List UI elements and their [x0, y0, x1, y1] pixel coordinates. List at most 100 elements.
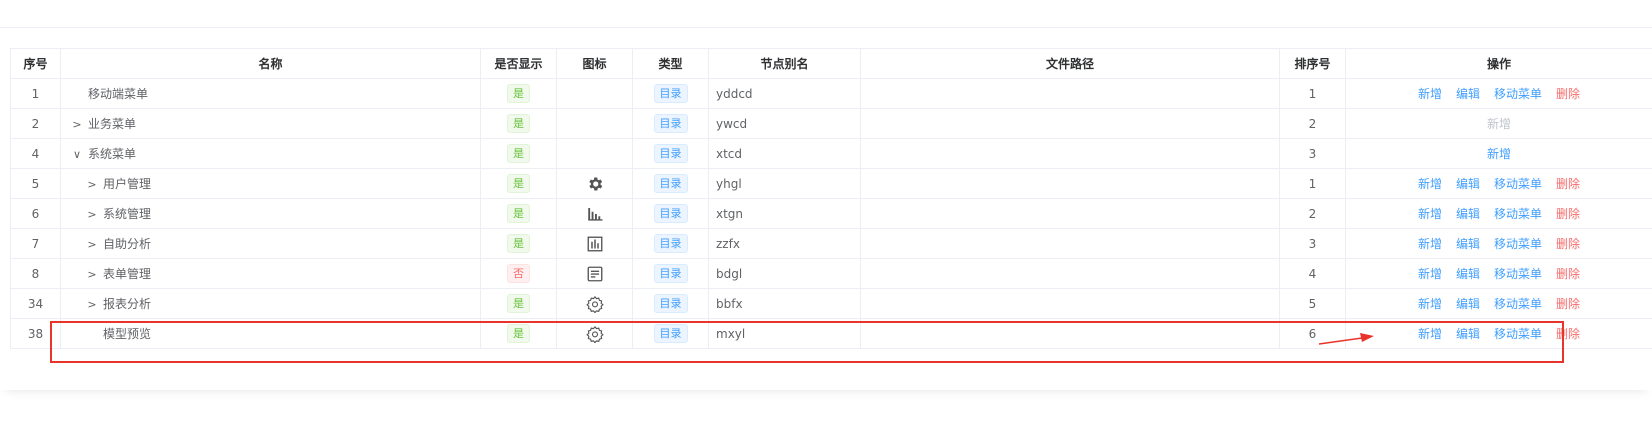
cell-alias: bdgl: [708, 258, 861, 289]
header-visible[interactable]: 是否显示: [480, 48, 557, 79]
cell-name: 移动端菜单: [60, 78, 481, 109]
table-row[interactable]: 5 > 用户管理是目录 yhgl 1 新增 编辑 移动菜单 删除: [10, 168, 1652, 199]
action-link[interactable]: 新增: [1487, 145, 1511, 162]
table-row[interactable]: 34 > 报表分析是目录 bbfx 5 新增 编辑 移动菜单 删除: [10, 288, 1652, 319]
action-link[interactable]: 移动菜单: [1494, 265, 1542, 282]
cell-type: 目录: [632, 168, 709, 199]
cell-order: 1: [1279, 78, 1346, 109]
action-link[interactable]: 新增: [1418, 325, 1442, 342]
action-link[interactable]: 编辑: [1456, 175, 1480, 192]
chevron-right-icon[interactable]: >: [69, 118, 85, 131]
type-tag: 目录: [653, 324, 688, 343]
cell-type: 目录: [632, 258, 709, 289]
cell-index: 6: [10, 198, 61, 229]
cell-visible: 是: [480, 168, 557, 199]
type-tag: 目录: [653, 174, 688, 193]
header-index[interactable]: 序号: [10, 48, 61, 79]
boxed-chart-icon: [586, 235, 604, 253]
table-row[interactable]: 6 > 系统管理是目录 xtgn 2 新增 编辑 移动菜单 删除: [10, 198, 1652, 229]
action-link[interactable]: 移动菜单: [1494, 175, 1542, 192]
action-link[interactable]: 编辑: [1456, 235, 1480, 252]
cell-index: 38: [10, 318, 61, 349]
action-link[interactable]: 新增: [1418, 175, 1442, 192]
action-link[interactable]: 编辑: [1456, 325, 1480, 342]
header-actions: 操作: [1345, 48, 1652, 79]
action-link[interactable]: 编辑: [1456, 265, 1480, 282]
table-row[interactable]: 7 > 自助分析是目录 zzfx 3 新增 编辑 移动菜单 删除: [10, 228, 1652, 259]
cell-icon: [556, 168, 633, 199]
cell-visible: 是: [480, 288, 557, 319]
type-tag: 目录: [653, 144, 688, 163]
cell-name: 模型预览: [60, 318, 481, 349]
cell-actions: 新增 编辑 移动菜单 删除: [1345, 198, 1652, 229]
menu-name: 系统菜单: [88, 147, 137, 161]
gear-outline-icon: [585, 325, 604, 343]
action-link[interactable]: 删除: [1556, 265, 1580, 282]
header-order[interactable]: 排序号: [1279, 48, 1346, 79]
cell-alias: zzfx: [708, 228, 861, 259]
chevron-right-icon[interactable]: >: [84, 238, 100, 251]
header-path[interactable]: 文件路径: [860, 48, 1280, 79]
visible-tag: 是: [507, 114, 530, 133]
gear-outline-icon: [585, 295, 604, 313]
action-link[interactable]: 新增: [1418, 295, 1442, 312]
cell-name: > 自助分析: [60, 228, 481, 259]
table-row[interactable]: 4 ∨ 系统菜单是目录 xtcd 3 新增: [10, 138, 1652, 169]
action-link[interactable]: 编辑: [1456, 295, 1480, 312]
cell-index: 1: [10, 78, 61, 109]
action-link[interactable]: 删除: [1556, 295, 1580, 312]
action-link[interactable]: 移动菜单: [1494, 235, 1542, 252]
cell-actions: 新增 编辑 移动菜单 删除: [1345, 258, 1652, 289]
visible-tag: 否: [507, 264, 530, 283]
cell-index: 4: [10, 138, 61, 169]
action-link[interactable]: 删除: [1556, 175, 1580, 192]
cell-actions: 新增: [1345, 138, 1652, 169]
header-name[interactable]: 名称: [60, 48, 481, 79]
cell-visible: 是: [480, 108, 557, 139]
cell-icon: [556, 198, 633, 229]
action-link[interactable]: 删除: [1556, 205, 1580, 222]
table-row[interactable]: 38 模型预览是目录 mxyl 6 新增 编辑 移动菜单 删除: [10, 318, 1652, 349]
chevron-right-icon[interactable]: >: [84, 208, 100, 221]
cell-path: [860, 258, 1280, 289]
action-link[interactable]: 编辑: [1456, 205, 1480, 222]
header-icon[interactable]: 图标: [556, 48, 633, 79]
action-link[interactable]: 移动菜单: [1494, 205, 1542, 222]
cell-type: 目录: [632, 78, 709, 109]
cell-order: 3: [1279, 228, 1346, 259]
cell-icon: [556, 78, 633, 109]
cell-actions: 新增: [1345, 108, 1652, 139]
action-link[interactable]: 新增: [1418, 265, 1442, 282]
cell-alias: mxyl: [708, 318, 861, 349]
table-row[interactable]: 8 > 表单管理否目录 bdgl 4 新增 编辑 移动菜单 删除: [10, 258, 1652, 289]
header-alias[interactable]: 节点别名: [708, 48, 861, 79]
cell-type: 目录: [632, 318, 709, 349]
table-row[interactable]: 1 移动端菜单是目录 yddcd 1 新增 编辑 移动菜单 删除: [10, 78, 1652, 109]
table-row[interactable]: 2 > 业务菜单是目录 ywcd 2 新增: [10, 108, 1652, 139]
action-link[interactable]: 新增: [1418, 85, 1442, 102]
action-link[interactable]: 移动菜单: [1494, 85, 1542, 102]
action-link[interactable]: 新增: [1418, 235, 1442, 252]
action-link[interactable]: 移动菜单: [1494, 325, 1542, 342]
action-link[interactable]: 删除: [1556, 85, 1580, 102]
cell-order: 2: [1279, 198, 1346, 229]
type-tag: 目录: [653, 84, 688, 103]
action-link[interactable]: 删除: [1556, 235, 1580, 252]
visible-tag: 是: [507, 234, 530, 253]
chevron-down-icon[interactable]: ∨: [69, 148, 85, 161]
action-link[interactable]: 删除: [1556, 325, 1580, 342]
chevron-right-icon[interactable]: >: [84, 178, 100, 191]
menu-name: 表单管理: [103, 267, 152, 281]
cell-order: 2: [1279, 108, 1346, 139]
chevron-right-icon[interactable]: >: [84, 298, 100, 311]
menu-name: 模型预览: [103, 327, 152, 341]
chevron-right-icon[interactable]: >: [84, 268, 100, 281]
action-link[interactable]: 移动菜单: [1494, 295, 1542, 312]
cell-name: > 报表分析: [60, 288, 481, 319]
header-type[interactable]: 类型: [632, 48, 709, 79]
cell-alias: xtgn: [708, 198, 861, 229]
action-link[interactable]: 编辑: [1456, 85, 1480, 102]
action-link[interactable]: 新增: [1418, 205, 1442, 222]
cell-order: 4: [1279, 258, 1346, 289]
visible-tag: 是: [507, 324, 530, 343]
